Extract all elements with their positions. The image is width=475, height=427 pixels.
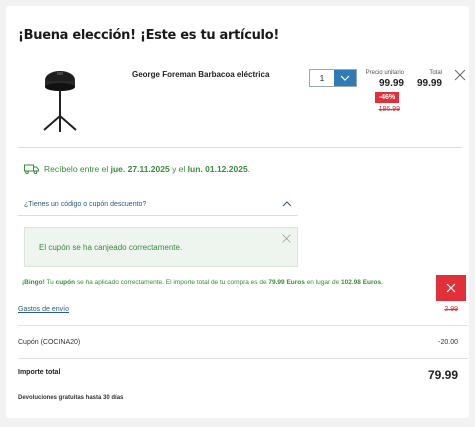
coupon-success-alert: El cupón se ha canjeado correctamente. bbox=[24, 227, 298, 267]
returns-note: Devoluciones gratuitas hasta 30 días bbox=[18, 395, 124, 401]
quantity-dropdown-button[interactable] bbox=[334, 70, 356, 86]
coupon-code-label: Cupón (COCINA20) bbox=[18, 339, 81, 346]
order-total-value: 79.99 bbox=[427, 368, 458, 382]
chevron-down-icon bbox=[340, 75, 350, 81]
cart-item-row: George Foreman Barbacoa eléctrica 1 Prec… bbox=[18, 60, 466, 148]
shipping-cost-link[interactable]: Gastos de envío bbox=[18, 306, 69, 313]
quantity-select[interactable]: 1 bbox=[309, 69, 357, 87]
chevron-up-icon bbox=[282, 201, 292, 207]
truck-icon bbox=[24, 164, 39, 174]
quantity-value[interactable]: 1 bbox=[310, 70, 334, 86]
close-icon[interactable] bbox=[282, 234, 291, 243]
coupon-success-message: El cupón se ha canjeado correctamente. bbox=[39, 243, 183, 252]
product-name[interactable]: George Foreman Barbacoa eléctrica bbox=[132, 70, 269, 79]
divider bbox=[18, 325, 468, 326]
item-total-price: 99.99 bbox=[416, 78, 442, 89]
coupon-discount-value: -20.00 bbox=[438, 339, 458, 346]
close-icon bbox=[446, 283, 456, 293]
divider bbox=[18, 358, 468, 359]
coupon-toggle-label: ¿Tienes un código o cupón descuento? bbox=[24, 201, 147, 208]
close-icon[interactable] bbox=[454, 69, 466, 81]
page-title: ¡Buena elección! ¡Este es tu artículo! bbox=[18, 28, 279, 43]
total-label: Total bbox=[429, 70, 442, 76]
cart-card: ¡Buena elección! ¡Este es tu artículo! G… bbox=[6, 6, 469, 418]
unit-price-label: Precio unitario bbox=[365, 70, 404, 76]
shipping-cost-value: 2.99 bbox=[444, 306, 458, 313]
coupon-accordion-toggle[interactable]: ¿Tienes un código o cupón descuento? bbox=[18, 194, 298, 216]
remove-coupon-button[interactable] bbox=[436, 275, 466, 301]
delivery-estimate: Recíbelo entre el jue. 27.11.2025 y el l… bbox=[24, 164, 250, 174]
old-price: 186.99 bbox=[378, 106, 400, 113]
unit-price: 99.99 bbox=[378, 78, 404, 89]
grill-product-image bbox=[43, 71, 77, 132]
discount-badge: -46% bbox=[375, 92, 399, 103]
order-total-label: Importe total bbox=[18, 369, 61, 376]
delivery-text: Recíbelo entre el jue. 27.11.2025 y el l… bbox=[44, 164, 251, 174]
coupon-applied-message: ¡Bingo! Tu cupón se ha aplicado correcta… bbox=[22, 279, 383, 286]
